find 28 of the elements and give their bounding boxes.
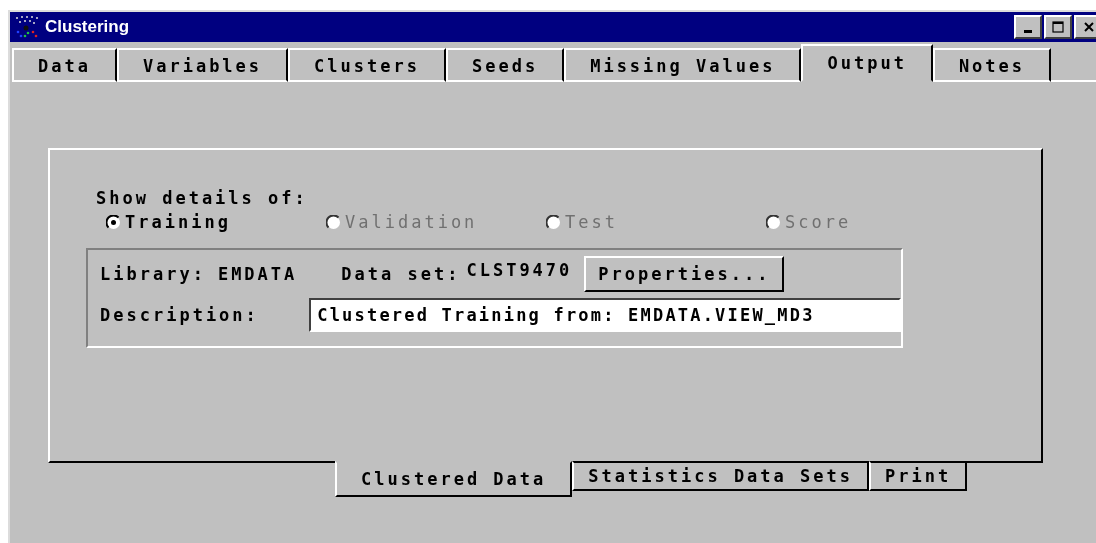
tab[interactable]: Variables [116,48,289,82]
maximize-icon [1052,21,1064,33]
close-button[interactable] [1074,15,1096,39]
tab[interactable]: Clustered Data [335,461,573,497]
tab[interactable]: Print [869,461,968,491]
properties-button[interactable]: Properties... [584,256,785,292]
tab[interactable]: Data [12,48,117,82]
data-set-label: Data set: [341,264,461,284]
tab[interactable]: Notes [932,48,1052,82]
data-set-value: CLST9470 [466,260,573,280]
radio-option[interactable]: Training [106,212,326,232]
description-label: Description: [100,305,260,325]
tab[interactable]: Missing Values [564,48,802,82]
description-field[interactable]: Clustered Training from: EMDATA.VIEW_MD3 [309,298,901,332]
maximize-button[interactable] [1044,15,1072,39]
show-details-label: Show details of: [96,188,308,208]
library-label: Library: [100,264,206,284]
cluster-dots-icon [14,15,40,39]
tab[interactable]: Output [801,44,933,82]
radio-button[interactable] [106,214,121,230]
minimize-button[interactable] [1014,15,1042,39]
minimize-icon [1024,29,1032,33]
library-value: EMDATA [217,264,298,284]
tab[interactable]: Seeds [445,48,565,82]
tab[interactable]: Statistics Data Sets [572,461,869,491]
window-title: Clustering [45,17,130,37]
close-icon [1083,21,1095,33]
tab[interactable]: Clusters [288,48,446,82]
